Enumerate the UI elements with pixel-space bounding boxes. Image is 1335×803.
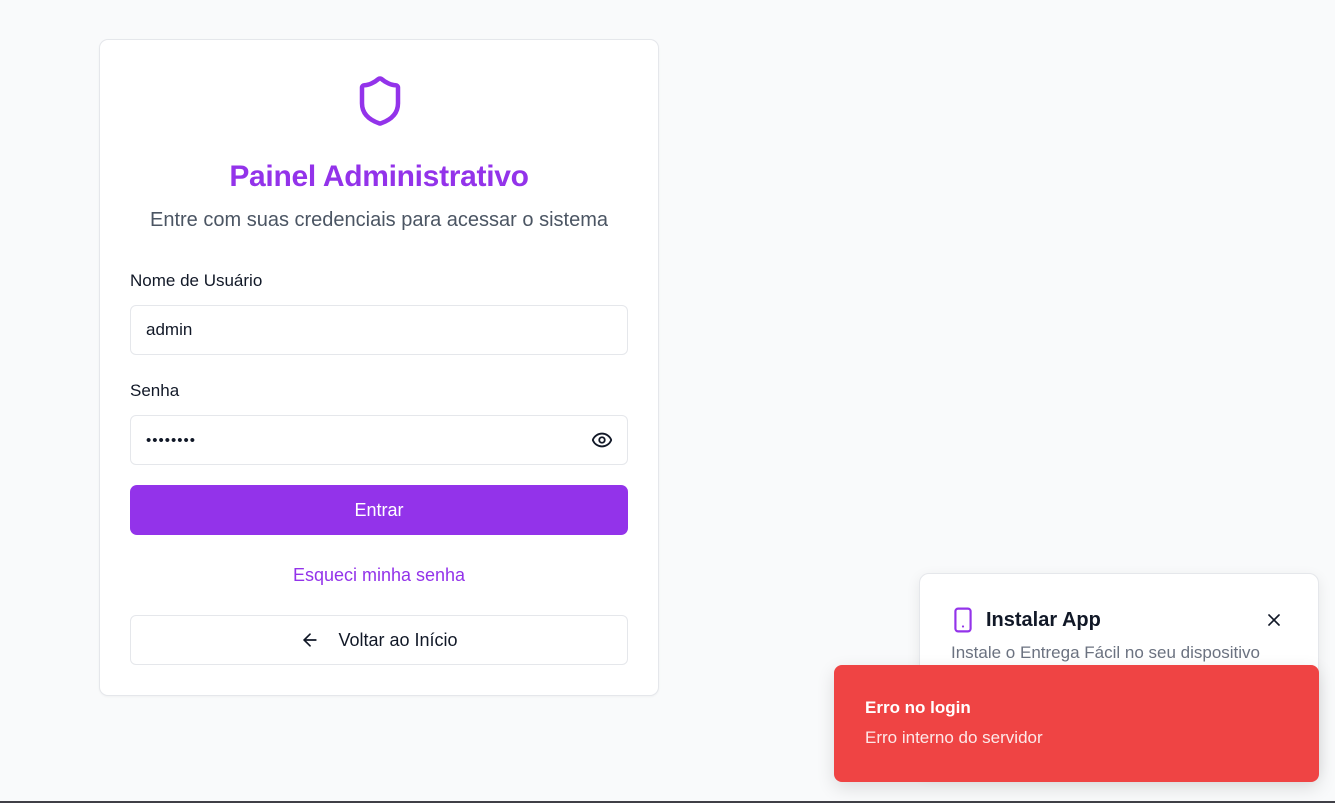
forgot-password-link[interactable]: Esqueci minha senha <box>100 565 658 586</box>
password-input[interactable]: •••••••• <box>130 415 628 465</box>
login-card: Painel Administrativo Entre com suas cre… <box>99 39 659 696</box>
shield-icon <box>359 76 401 126</box>
back-home-button[interactable]: Voltar ao Início <box>130 615 628 665</box>
password-label: Senha <box>130 381 180 400</box>
toast-description: Erro interno do servidor <box>865 728 1043 747</box>
toast-title: Erro no login <box>865 698 971 717</box>
arrow-left-icon <box>303 633 318 647</box>
install-app-description: Instale o Entrega Fácil no seu dispositi… <box>951 643 1261 662</box>
login-button[interactable]: Entrar <box>130 485 628 535</box>
error-toast[interactable]: Erro no login Erro interno do servidor <box>834 665 1319 782</box>
install-app-title: Instalar App <box>986 609 1101 631</box>
smartphone-icon <box>954 607 972 633</box>
close-icon[interactable] <box>1264 610 1284 630</box>
back-home-label: Voltar ao Início <box>338 629 458 650</box>
page-title: Painel Administrativo <box>229 160 529 193</box>
username-input[interactable] <box>130 305 628 355</box>
username-label: Nome de Usuário <box>130 271 263 290</box>
eye-icon[interactable] <box>591 429 613 451</box>
page-subtitle: Entre com suas credenciais para acessar … <box>150 209 608 231</box>
